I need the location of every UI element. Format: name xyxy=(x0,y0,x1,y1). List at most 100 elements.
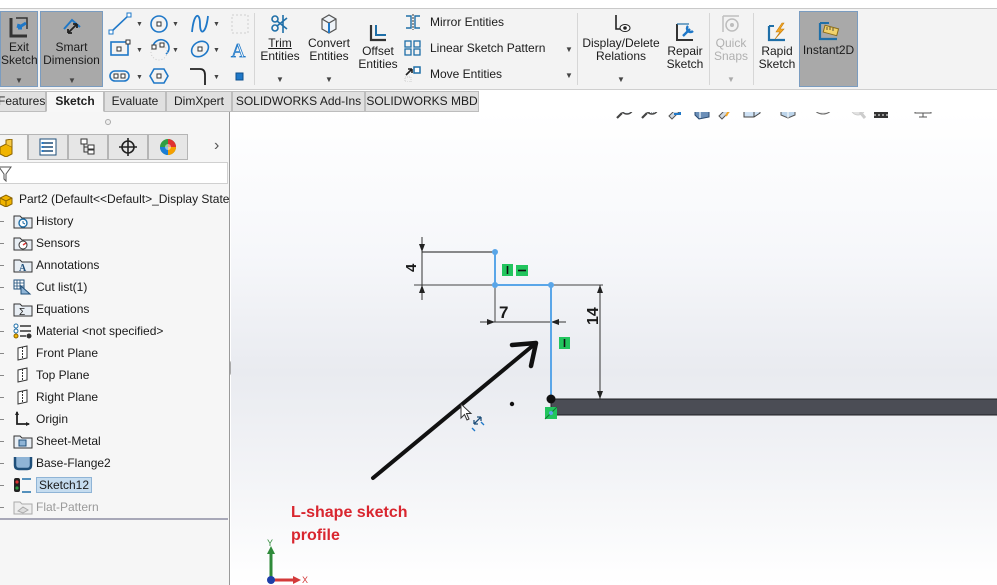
relation-badge-vertical[interactable] xyxy=(559,337,570,349)
sketch-endpoint[interactable] xyxy=(492,282,498,288)
dimension-4-value[interactable]: 4 xyxy=(403,263,420,272)
line-tool-icon[interactable] xyxy=(108,12,132,35)
sketch-endpoint[interactable] xyxy=(548,282,554,288)
view-orientation-icon[interactable]: ▼ xyxy=(743,112,770,118)
convert-entities-button[interactable]: Convert Entities ▼ xyxy=(304,13,354,87)
display-delete-relations-button[interactable]: Display/Delete Relations ▼ xyxy=(582,13,660,87)
tree-expander[interactable] xyxy=(0,309,4,310)
tree-expander[interactable] xyxy=(0,375,4,376)
repair-sketch-button[interactable]: Repair Sketch xyxy=(662,21,708,81)
tab-configuration-manager[interactable] xyxy=(68,134,108,160)
chevron-down-icon[interactable]: ▼ xyxy=(213,21,220,28)
base-flange-edge[interactable] xyxy=(550,398,997,416)
tree-expander[interactable] xyxy=(0,353,4,354)
dimension-14-value[interactable]: 14 xyxy=(585,307,602,325)
rectangle-tool-icon[interactable] xyxy=(110,39,131,56)
linear-sketch-pattern-button[interactable]: Linear Sketch Pattern xyxy=(404,40,545,56)
edit-appearance-icon[interactable] xyxy=(851,112,867,119)
text-tool-icon[interactable]: A xyxy=(231,40,247,63)
tree-expander[interactable] xyxy=(0,331,4,332)
ellipse-tool-icon[interactable] xyxy=(189,38,212,60)
tree-filter-bar[interactable] xyxy=(0,162,228,184)
chevron-down-icon[interactable]: ▼ xyxy=(565,71,573,80)
tree-expander[interactable] xyxy=(0,287,4,288)
offset-entities-button[interactable]: Offset Entities xyxy=(356,21,400,81)
circle-tool-icon[interactable] xyxy=(150,15,168,33)
chevron-down-icon[interactable]: ▼ xyxy=(276,73,284,86)
tree-item-front-plane[interactable]: Front Plane xyxy=(13,343,98,363)
dimension-4[interactable]: 4 xyxy=(403,237,495,300)
quick-snaps-button[interactable]: Quick Snaps ▼ xyxy=(712,13,750,87)
chevron-down-icon[interactable]: ▼ xyxy=(15,74,23,87)
tree-item-sheet-metal[interactable]: Sheet-Metal xyxy=(13,431,101,451)
hide-show-items-icon[interactable]: ▼ xyxy=(815,112,841,115)
arc-tool-icon[interactable] xyxy=(150,39,170,61)
view-settings-icon[interactable]: ▼ xyxy=(914,112,942,118)
slot-tool-icon[interactable] xyxy=(109,70,130,82)
dimension-14[interactable]: 14 xyxy=(551,284,603,399)
tree-item-history[interactable]: History xyxy=(13,211,73,231)
tab-features[interactable]: Features xyxy=(0,91,46,112)
tree-expander[interactable] xyxy=(0,485,4,486)
tree-expander[interactable] xyxy=(0,397,4,398)
tree-item-sketch12[interactable]: Sketch12 xyxy=(13,475,93,495)
tree-item-cut-list-1[interactable]: Cut list(1) xyxy=(13,277,87,297)
relation-badge-vertical[interactable] xyxy=(502,264,513,276)
sketch-point[interactable] xyxy=(509,401,515,407)
graphics-area[interactable]: ▼ ▼ ▼ ▼ ▼ 4 7 xyxy=(231,112,997,585)
chevron-down-icon[interactable]: ▼ xyxy=(172,21,179,28)
tree-expander[interactable] xyxy=(0,243,4,244)
polygon-tool-icon[interactable] xyxy=(149,68,169,84)
tree-item-material-not-specified[interactable]: Material <not specified> xyxy=(13,321,163,341)
tab-display-manager[interactable] xyxy=(148,134,188,160)
relation-badge-horizontal[interactable] xyxy=(516,265,528,276)
apply-scene-icon[interactable]: ▼ xyxy=(874,112,900,118)
tree-expander[interactable] xyxy=(0,221,4,222)
dimension-7[interactable]: 7 xyxy=(480,285,566,325)
chevron-down-icon[interactable]: ▼ xyxy=(617,73,625,86)
tab-sketch[interactable]: Sketch xyxy=(46,91,104,112)
chevron-down-icon[interactable]: ▼ xyxy=(172,47,179,54)
panel-splitter-handle[interactable] xyxy=(105,119,111,125)
tree-root-part[interactable]: Part2 (Default<<Default>_Display State xyxy=(0,189,229,209)
sketch-fillet-tool-icon[interactable] xyxy=(190,68,206,85)
tree-item-annotations[interactable]: A Annotations xyxy=(13,255,99,275)
tree-item-top-plane[interactable]: Top Plane xyxy=(13,365,89,385)
sketch-endpoint-fixed[interactable] xyxy=(546,394,556,404)
chevron-down-icon[interactable]: ▼ xyxy=(136,21,143,28)
tab-dimxpert-manager[interactable] xyxy=(108,134,148,160)
tree-item-origin[interactable]: Origin xyxy=(13,409,68,429)
tree-expander[interactable] xyxy=(0,441,4,442)
point-tool-icon[interactable] xyxy=(235,72,244,81)
tree-item-base-flange2[interactable]: Base-Flange2 xyxy=(13,453,111,473)
plane-tool-icon[interactable] xyxy=(231,14,249,34)
move-entities-button[interactable]: Move Entities xyxy=(404,66,502,82)
dynamic-annotation-views-icon[interactable] xyxy=(718,112,735,120)
chevron-down-icon[interactable]: ▼ xyxy=(213,47,220,54)
tree-expander[interactable] xyxy=(0,507,4,508)
zoom-to-fit-icon[interactable] xyxy=(616,112,633,119)
tab-evaluate[interactable]: Evaluate xyxy=(104,91,166,112)
tab-solidworks-add-ins[interactable]: SOLIDWORKS Add-Ins xyxy=(232,91,365,112)
previous-view-icon[interactable] xyxy=(668,112,685,120)
dimension-7-value[interactable]: 7 xyxy=(499,303,508,322)
instant2d-button[interactable]: Instant2D xyxy=(799,11,858,87)
coincident-relation-icon[interactable] xyxy=(544,406,558,420)
tab-dimxpert[interactable]: DimXpert xyxy=(166,91,232,112)
trim-entities-button[interactable]: Trim Entities ▼ xyxy=(258,13,302,87)
zoom-to-area-icon[interactable] xyxy=(641,112,658,119)
tree-item-flat-pattern[interactable]: Flat-Pattern xyxy=(13,497,99,517)
tab-property-manager[interactable] xyxy=(28,134,68,160)
tree-item-right-plane[interactable]: Right Plane xyxy=(13,387,98,407)
rapid-sketch-button[interactable]: Rapid Sketch xyxy=(757,21,797,81)
tree-expander[interactable] xyxy=(0,463,4,464)
exit-sketch-button[interactable]: Exit Sketch ▼ xyxy=(0,11,38,87)
tree-expander[interactable] xyxy=(0,265,4,266)
mirror-entities-button[interactable]: Mirror Entities xyxy=(404,14,504,30)
chevron-down-icon[interactable]: ▼ xyxy=(325,73,333,86)
tree-item-sensors[interactable]: Sensors xyxy=(13,233,80,253)
chevron-down-icon[interactable]: ▼ xyxy=(136,47,143,54)
display-style-icon[interactable]: ▼ xyxy=(780,112,805,119)
section-view-icon[interactable] xyxy=(694,112,710,120)
tree-item-equations[interactable]: Σ Equations xyxy=(13,299,89,319)
